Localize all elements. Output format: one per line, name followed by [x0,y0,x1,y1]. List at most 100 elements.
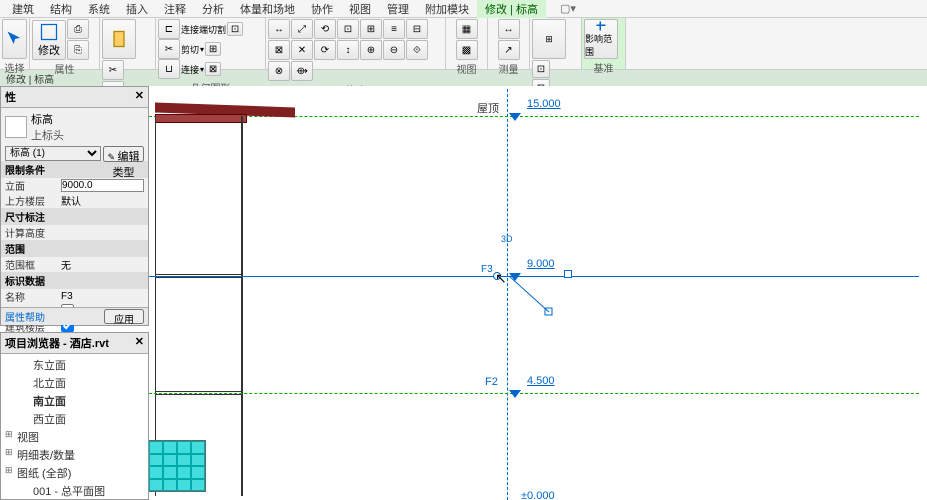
label: 范围框 [5,257,61,272]
checkbox-3d[interactable] [564,270,572,278]
create-button[interactable]: ⊞ [532,19,566,59]
tree-item-selected[interactable]: 南立面 [3,392,146,410]
tree-item[interactable]: 001 - 总平面图 [3,482,146,500]
section-extent: 范围 [1,240,148,257]
geom-btn[interactable]: ⊞ [205,42,221,56]
drawing-canvas[interactable]: 屋顶 15.000 9.000 F3 3D ↖ F2 4.500 ±0.000 [149,86,927,500]
section-dim: 尺寸标注 [1,208,148,225]
menu-item[interactable]: 管理 [379,0,417,18]
modify-tool[interactable]: ⟴ [291,61,313,81]
measure-button[interactable]: ↔ [498,19,520,39]
tree-node[interactable]: 图纸 (全部) [3,464,146,482]
ribbon-group-create: ⊞ ⊡ ⊟ 创建 [530,18,582,69]
modify-tool[interactable]: ⤢ [291,19,313,39]
view-thumbnail[interactable] [149,440,206,492]
level-line-f2[interactable] [149,393,919,394]
paste-button[interactable] [102,19,136,59]
menu-item-active[interactable]: 修改 | 标高 [477,0,546,18]
cut-button[interactable]: ✂ [102,60,124,80]
modify-tool[interactable]: ✕ [291,40,313,60]
level-head-icon[interactable] [509,112,521,124]
ribbon: 选择 修改 ⎙ ⎘ 属性 ✂ ⎘ 剪贴板 ⊏连接端切割⊡ ✂剪切▾⊞ ⊔连接▾⊠… [0,18,927,70]
slab-element[interactable] [155,114,247,123]
prop-button[interactable]: ⎘ [67,40,89,60]
modify-tool[interactable]: ⟐ [406,40,428,60]
modify-tool[interactable]: ⊟ [406,19,428,39]
view-button[interactable]: ▩ [456,40,478,60]
modify-tool[interactable]: ↕ [337,40,359,60]
menu-item[interactable]: 结构 [42,0,80,18]
project-browser: 项目浏览器 - 酒店.rvt✕ 东立面 北立面 南立面 西立面 视图 明细表/数… [0,332,149,500]
close-icon[interactable]: ✕ [135,335,144,351]
modify-tool[interactable]: ↔ [268,19,290,39]
ribbon-group-select: 选择 [0,18,30,69]
ribbon-group-measure: ↔ ↗ 测量 [488,18,530,69]
marker-3d[interactable]: 3D [501,234,513,244]
modify-button[interactable]: 修改 [32,20,66,60]
prop-help-link[interactable]: 属性帮助 [5,309,45,324]
modify-tool[interactable]: ⟳ [314,40,336,60]
apply-button[interactable]: 应用 [104,309,144,324]
properties-panel: 性✕ 标高 上标头 标高 (1) ✎ 编辑类型 限制条件 立面 上方楼层默认 尺… [0,86,149,326]
level-value: ±0.000 [521,490,555,500]
edit-type-button[interactable]: ✎ 编辑类型 [103,146,144,162]
instance-select[interactable]: 标高 (1) [5,146,101,161]
modify-tool[interactable]: ⟲ [314,19,336,39]
tree: 东立面 北立面 南立面 西立面 视图 明细表/数量 图纸 (全部) 001 - … [1,354,148,500]
modify-tool[interactable]: ⊖ [383,40,405,60]
geom-btn[interactable]: ⊠ [205,62,221,76]
group-label: 视图 [448,60,485,76]
value[interactable]: 默认 [61,193,144,208]
menu-item[interactable]: 视图 [341,0,379,18]
ribbon-group-geometry: ⊏连接端切割⊡ ✂剪切▾⊞ ⊔连接▾⊠ 几何图形 [156,18,266,69]
prop-button[interactable]: ⎙ [67,19,89,39]
modify-tool[interactable]: ⊗ [268,61,290,81]
level-value: 9.000 [527,258,555,270]
select-button[interactable] [2,19,27,59]
menu-item[interactable]: 插入 [118,0,156,18]
join-button[interactable]: ⊔ [158,59,180,79]
view-button[interactable]: ▦ [456,19,478,39]
drag-indicator[interactable] [509,276,553,316]
tree-node[interactable]: 视图 [3,428,146,446]
measure-button[interactable]: ↗ [498,40,520,60]
level-name-f3[interactable]: F3 [481,264,493,275]
cut-geom-button[interactable]: ✂ [158,39,180,59]
tree-node[interactable]: 明细表/数量 [3,446,146,464]
label: 连接端切割 [181,23,226,36]
ribbon-group-modify: ↔ ⤢ ⟲ ⊡ ⊞ ≡ ⊟ ⊠ ✕ ⟳ ↕ ⊕ ⊖ ⟐ ⊗ ⟴ 修改 [266,18,446,69]
wall-section[interactable] [155,116,156,496]
value[interactable]: F3 [61,291,144,302]
ribbon-group-clipboard: ✂ ⎘ 剪贴板 [100,18,156,69]
close-icon[interactable]: ✕ [135,89,144,105]
wall-section[interactable] [241,116,243,496]
modify-tool[interactable]: ⊠ [268,40,290,60]
modify-tool[interactable]: ≡ [383,19,405,39]
menu-item[interactable]: 附加模块 [417,0,477,18]
ribbon-group-datum: 影响范围 基准 [582,18,626,69]
menu-item[interactable]: 体量和场地 [232,0,303,18]
propagate-extent-button[interactable]: 影响范围 [584,19,618,59]
modify-tool[interactable]: ⊞ [360,19,382,39]
menu-item[interactable]: 协作 [303,0,341,18]
floor-element[interactable] [155,274,243,278]
level-head-icon[interactable] [509,389,521,401]
floor-element[interactable] [155,391,243,395]
modify-tool[interactable]: ⊡ [337,19,359,39]
create-button[interactable]: ⊡ [532,60,550,78]
panel-title: 项目浏览器 - 酒店.rvt✕ [1,333,148,354]
panel-title: 性✕ [1,87,148,108]
tree-item[interactable]: 北立面 [3,374,146,392]
menu-item[interactable]: 分析 [194,0,232,18]
menu-expand-icon[interactable]: ▢▾ [552,1,584,16]
menu-item[interactable]: 建筑 [4,0,42,18]
tree-item[interactable]: 东立面 [3,356,146,374]
geom-btn[interactable]: ⊡ [227,22,243,36]
value[interactable]: 无 [61,257,144,272]
modify-tool[interactable]: ⊕ [360,40,382,60]
tree-item[interactable]: 西立面 [3,410,146,428]
menu-item[interactable]: 注释 [156,0,194,18]
cope-button[interactable]: ⊏ [158,19,180,39]
menu-item[interactable]: 系统 [80,0,118,18]
elevation-input[interactable] [61,179,144,192]
